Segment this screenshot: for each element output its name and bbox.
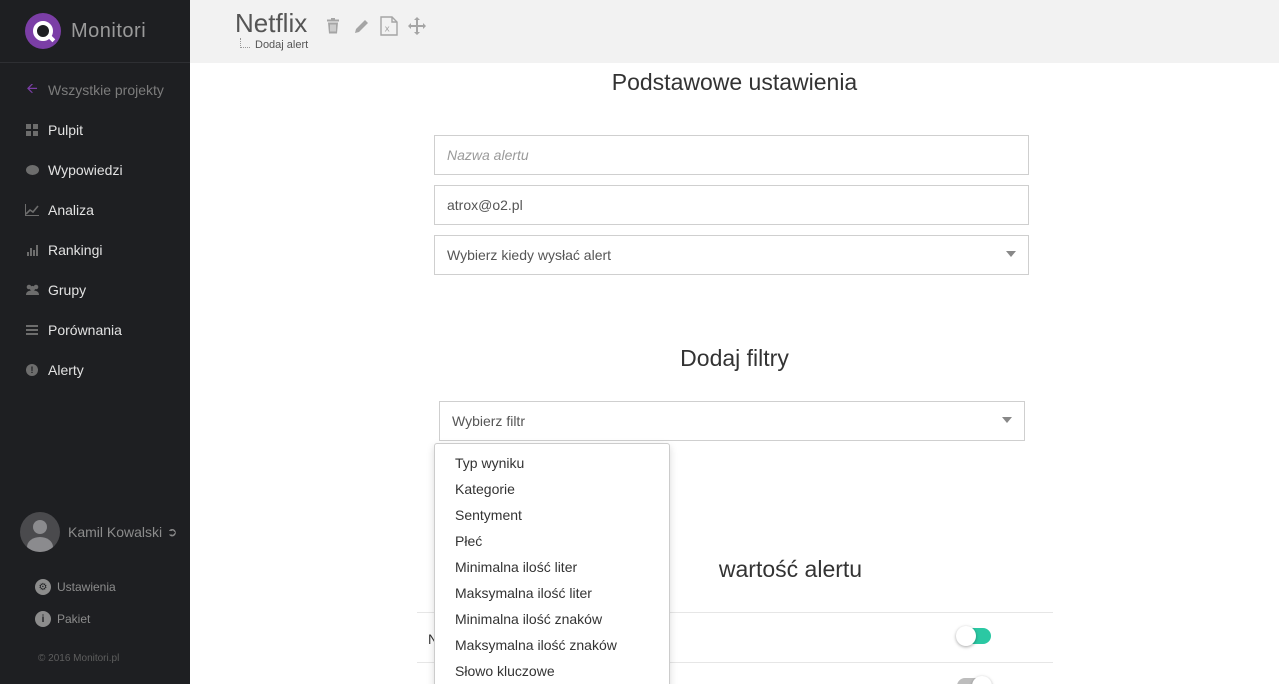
schedule-select-value: Wybierz kiedy wysłać alert: [447, 247, 612, 263]
user-name[interactable]: Kamil Kowalski: [68, 524, 162, 540]
trash-icon[interactable]: [323, 16, 343, 36]
filter-option[interactable]: Minimalna ilość liter: [435, 554, 669, 580]
title-actions: x: [323, 16, 427, 36]
arrow-left-icon: 🡨: [26, 80, 38, 96]
filter-option[interactable]: Kategorie: [435, 476, 669, 502]
filter-option[interactable]: Maksymalna ilość liter: [435, 580, 669, 606]
logo-mark-icon: [25, 13, 61, 49]
filter-select[interactable]: Wybierz filtr: [439, 401, 1025, 441]
filter-dropdown-menu: Typ wyniku Kategorie Sentyment Płeć Mini…: [434, 443, 670, 684]
logout-icon[interactable]: ➲: [167, 525, 177, 539]
filter-option[interactable]: Minimalna ilość znaków: [435, 606, 669, 632]
line-chart-icon: [24, 202, 40, 218]
filter-option[interactable]: Słowo kluczowe: [435, 658, 669, 684]
settings-link[interactable]: ⚙ Ustawienia: [35, 579, 116, 595]
list-icon: [24, 322, 40, 338]
package-link[interactable]: i Pakiet: [35, 611, 90, 627]
alert-content-title: wartość alertu: [718, 556, 863, 582]
sidebar-item-label: Rankingi: [48, 242, 103, 258]
sidebar-item-mentions[interactable]: Wypowiedzi: [0, 150, 190, 190]
logo[interactable]: Monitori: [0, 0, 190, 63]
sidebar-item-analysis[interactable]: Analiza: [0, 190, 190, 230]
logo-text: Monitori: [71, 19, 147, 42]
page-title: Netflix: [235, 8, 308, 38]
sidebar-item-groups[interactable]: Grupy: [0, 270, 190, 310]
sidebar-item-alerts[interactable]: ! Alerty: [0, 350, 190, 390]
basic-settings-title: Podstawowe ustawienia: [611, 69, 858, 95]
sidebar-item-label: Pulpit: [48, 122, 84, 138]
bar-chart-icon: [24, 242, 40, 258]
excel-export-icon[interactable]: x: [379, 16, 399, 36]
sidebar-item-all-projects[interactable]: 🡨 Wszystkie projekty: [0, 70, 190, 110]
alert-option-toggle[interactable]: [956, 626, 991, 646]
settings-label: Ustawienia: [57, 580, 116, 594]
info-icon: i: [35, 611, 51, 627]
sidebar-item-label: Grupy: [48, 282, 87, 298]
add-filters-title: Dodaj filtry: [680, 345, 789, 371]
filter-option[interactable]: Maksymalna ilość znaków: [435, 632, 669, 658]
user-profile: Kamil Kowalski ➲: [20, 512, 177, 552]
main-content: Podstawowe ustawienia Wybierz kiedy wysł…: [190, 63, 1279, 684]
sidebar-item-comparisons[interactable]: Porównania: [0, 310, 190, 350]
exclamation-icon: !: [24, 362, 40, 378]
filter-option[interactable]: Typ wyniku: [435, 450, 669, 476]
sidebar-item-label: Porównania: [48, 322, 122, 338]
grid-icon: [24, 122, 40, 138]
caret-down-icon: [1002, 417, 1012, 423]
email-field[interactable]: [434, 185, 1029, 225]
filter-select-value: Wybierz filtr: [452, 413, 525, 429]
sidebar-item-label: Wszystkie projekty: [48, 82, 164, 98]
breadcrumb: Dodaj alert: [240, 38, 309, 51]
filter-option[interactable]: Płeć: [435, 528, 669, 554]
header: Netflix x Dodaj alert: [190, 0, 1279, 63]
alert-name-input[interactable]: [434, 135, 1029, 175]
caret-down-icon: [1006, 251, 1016, 257]
gear-icon: ⚙: [35, 579, 51, 595]
sidebar-nav: 🡨 Wszystkie projekty Pulpit Wypowiedzi A…: [0, 63, 190, 390]
filter-option[interactable]: Sentyment: [435, 502, 669, 528]
comments-icon: [24, 162, 40, 178]
sidebar-item-label: Analiza: [48, 202, 94, 218]
move-icon[interactable]: [407, 16, 427, 36]
alert-option-toggle[interactable]: [957, 676, 992, 684]
users-icon: [24, 282, 40, 298]
breadcrumb-current: Dodaj alert: [255, 39, 309, 51]
schedule-select[interactable]: Wybierz kiedy wysłać alert: [434, 235, 1029, 275]
package-label: Pakiet: [57, 612, 91, 626]
pencil-icon[interactable]: [351, 16, 371, 36]
sidebar-item-label: Wypowiedzi: [48, 162, 123, 178]
sidebar-item-label: Alerty: [48, 362, 84, 378]
sidebar-item-rankings[interactable]: Rankingi: [0, 230, 190, 270]
avatar[interactable]: [20, 512, 60, 552]
copyright: © 2016 Monitori.pl: [38, 653, 120, 664]
sidebar: Monitori 🡨 Wszystkie projekty Pulpit Wyp…: [0, 0, 190, 684]
sidebar-item-dashboard[interactable]: Pulpit: [0, 110, 190, 150]
svg-text:x: x: [385, 25, 391, 35]
tree-icon: [240, 38, 250, 48]
